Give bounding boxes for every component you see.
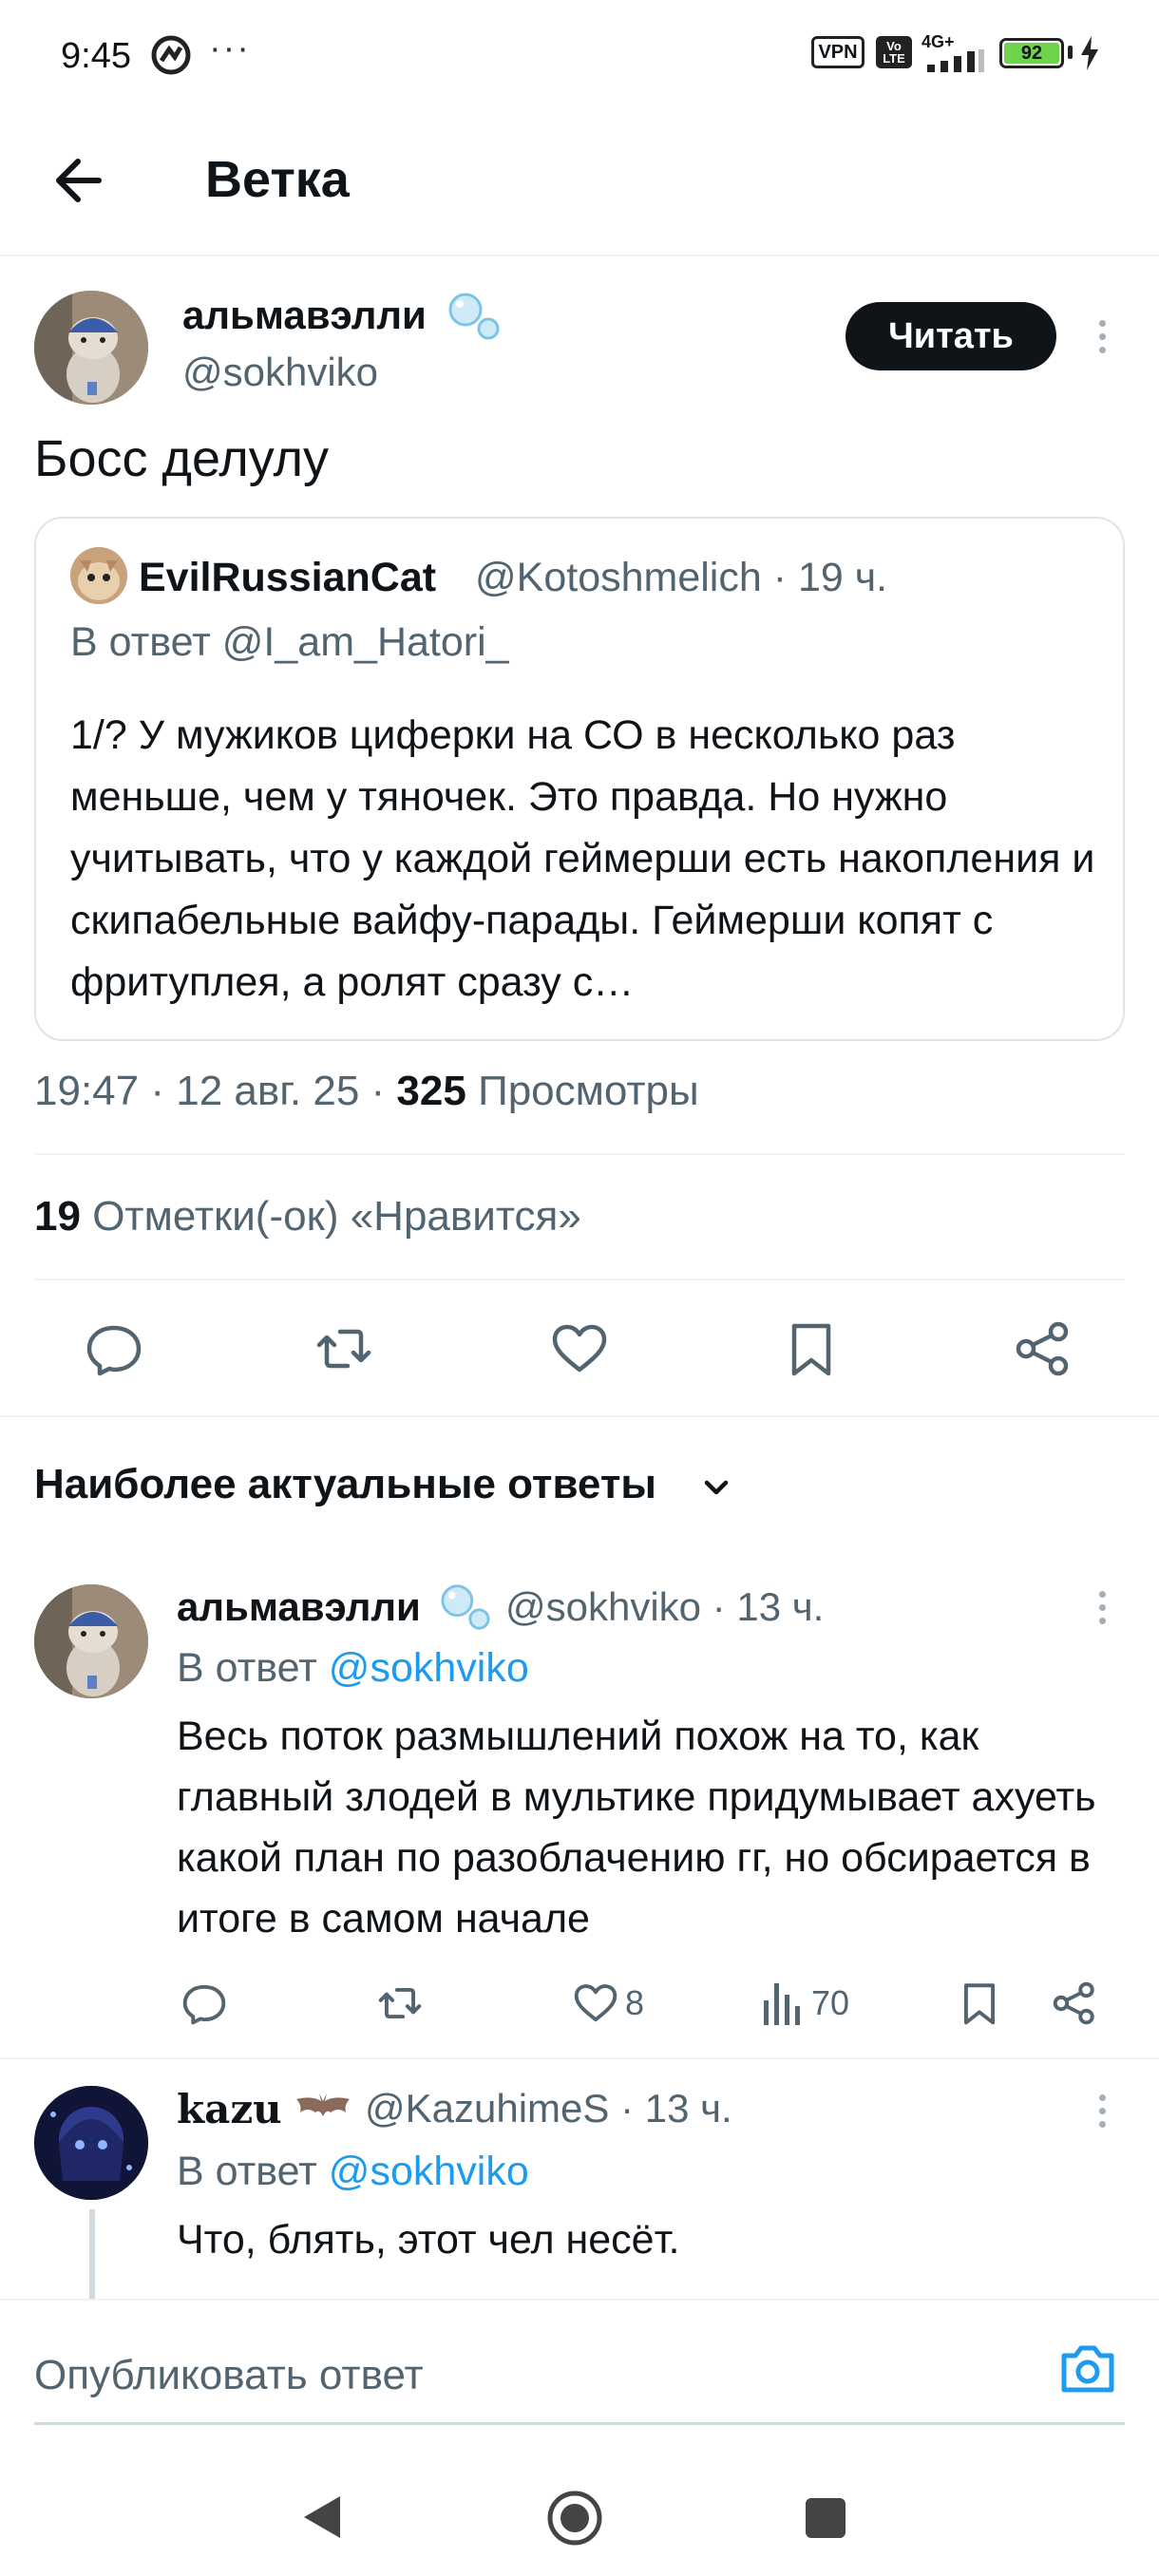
reply-input[interactable]: Опубликовать ответ bbox=[34, 2352, 424, 2399]
battery-icon: 92 bbox=[999, 38, 1064, 68]
nav-home-icon[interactable] bbox=[545, 2489, 604, 2548]
likes-count: 19 bbox=[34, 1193, 81, 1240]
divider bbox=[34, 1153, 1125, 1155]
reply-author-name[interactable]: альмавэлли bbox=[177, 1584, 421, 1630]
camera-icon[interactable] bbox=[1058, 2342, 1117, 2396]
quoted-author-meta: @Kotoshmelich · 19 ч. bbox=[475, 555, 888, 600]
reply-to: В ответ @sokhviko bbox=[177, 2149, 529, 2194]
divider bbox=[34, 1279, 1125, 1280]
header-divider bbox=[0, 255, 1159, 256]
nav-recents-icon[interactable] bbox=[804, 2496, 847, 2540]
reply-to-link[interactable]: @sokhviko bbox=[329, 1645, 529, 1691]
thread-line bbox=[89, 2209, 95, 2299]
author-handle[interactable]: @sokhviko bbox=[182, 350, 378, 395]
tweet-date: 12 авг. 25 bbox=[176, 1068, 360, 1114]
signal-icon bbox=[927, 49, 986, 72]
views-count: 325 bbox=[396, 1068, 466, 1114]
app-notification-icon bbox=[150, 34, 192, 76]
arrow-left-icon bbox=[56, 159, 102, 202]
heart-icon bbox=[574, 1984, 618, 2022]
view-count: 70 bbox=[811, 1983, 850, 2022]
quoted-reply-to: В ответ @I_am_Hatori_ bbox=[70, 619, 509, 665]
page-title: Ветка bbox=[205, 151, 350, 208]
tweet-text: Босс делулу bbox=[34, 430, 330, 487]
quoted-author-name: EvilRussianCat bbox=[139, 555, 437, 600]
chevron-down-icon[interactable] bbox=[699, 1470, 733, 1505]
compose-underline bbox=[34, 2422, 1125, 2425]
quoted-tweet-card[interactable]: EvilRussianCat @Kotoshmelich · 19 ч. В о… bbox=[34, 517, 1125, 1041]
replies-sort-dropdown[interactable]: Наиболее актуальные ответы bbox=[34, 1461, 656, 1508]
vpn-badge: VPN bbox=[811, 36, 864, 68]
system-nav-bar bbox=[0, 2451, 1159, 2576]
tweet-meta: 19:47 · 12 авг. 25 · 325 Просмотры bbox=[34, 1068, 699, 1114]
retweet-icon[interactable] bbox=[376, 1979, 424, 2027]
reply-author-name[interactable]: kazu bbox=[177, 2086, 282, 2132]
follow-button[interactable]: Читать bbox=[846, 302, 1056, 370]
sort-label: Наиболее актуальные ответы bbox=[34, 1461, 656, 1507]
divider bbox=[0, 1415, 1159, 1417]
like-count: 8 bbox=[625, 1983, 645, 2022]
battery-level: 92 bbox=[1004, 43, 1059, 64]
reply-text: Весь поток размышлений похож на то, как … bbox=[177, 1714, 1096, 1941]
share-icon[interactable] bbox=[1013, 1318, 1074, 1379]
quoted-tweet-text: 1/? У мужиков циферки на СО в несколько … bbox=[70, 712, 1095, 1005]
reply-meta: @sokhviko · 13 ч. bbox=[505, 1584, 825, 1629]
like-button[interactable]: 8 bbox=[572, 1979, 644, 2027]
reply-icon[interactable] bbox=[84, 1318, 144, 1379]
reply-to-link[interactable]: @sokhviko bbox=[329, 2149, 529, 2194]
more-options-icon[interactable] bbox=[1083, 1579, 1121, 1636]
divider bbox=[0, 2057, 1159, 2059]
bookmark-icon[interactable] bbox=[956, 1979, 1003, 2027]
bat-icon bbox=[293, 2088, 353, 2126]
status-bar: 9:45 ··· VPN Vo LTE 4G+ 92 bbox=[0, 0, 1159, 114]
views-label: Просмотры bbox=[478, 1068, 699, 1114]
views-button[interactable]: 70 bbox=[762, 1979, 849, 2027]
likes-label: Отметки(-ок) «Нравится» bbox=[92, 1193, 581, 1240]
avatar[interactable] bbox=[34, 1584, 148, 1698]
volte-badge: Vo LTE bbox=[876, 36, 912, 68]
reply-to: В ответ @sokhviko bbox=[177, 1645, 529, 1691]
avatar bbox=[70, 547, 127, 604]
heart-icon[interactable] bbox=[549, 1318, 610, 1379]
share-icon[interactable] bbox=[1051, 1979, 1098, 2027]
retweet-icon[interactable] bbox=[314, 1318, 374, 1379]
avatar[interactable] bbox=[34, 291, 148, 405]
reply-meta: @KazuhimeS · 13 ч. bbox=[365, 2086, 732, 2131]
author-name[interactable]: альмавэлли bbox=[182, 293, 427, 338]
more-options-icon[interactable] bbox=[1083, 2082, 1121, 2139]
tweet-time: 19:47 bbox=[34, 1068, 140, 1114]
more-notifications-icon: ··· bbox=[209, 28, 251, 68]
bookmark-icon[interactable] bbox=[781, 1318, 842, 1379]
bubbles-icon bbox=[439, 1581, 492, 1632]
status-time: 9:45 bbox=[61, 36, 131, 76]
analytics-icon bbox=[764, 1983, 800, 2025]
likes-summary[interactable]: 19 Отметки(-ок) «Нравится» bbox=[34, 1193, 581, 1241]
nav-back-icon[interactable] bbox=[300, 2492, 344, 2542]
charging-icon bbox=[1079, 36, 1100, 70]
back-button[interactable] bbox=[44, 142, 120, 218]
avatar[interactable] bbox=[34, 2086, 148, 2200]
bubbles-icon bbox=[446, 289, 502, 342]
reply-text: Что, блять, этот чел несёт. bbox=[177, 2217, 680, 2263]
battery-tip bbox=[1068, 46, 1073, 59]
more-options-icon[interactable] bbox=[1083, 308, 1121, 365]
reply-icon[interactable] bbox=[180, 1979, 228, 2027]
